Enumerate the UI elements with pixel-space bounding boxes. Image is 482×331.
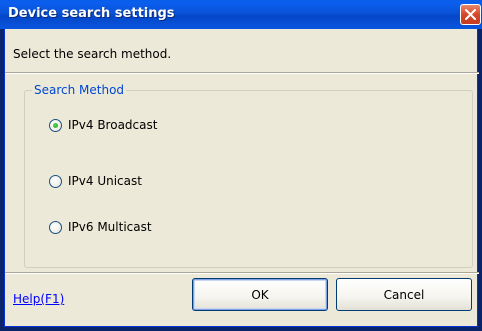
radio-button[interactable]	[49, 220, 62, 234]
top-separator	[5, 72, 479, 74]
radio-ipv4-broadcast[interactable]: IPv4 Broadcast	[49, 117, 157, 133]
radio-label: IPv4 Unicast	[68, 174, 142, 188]
radio-button-selected[interactable]	[49, 118, 62, 132]
radio-button[interactable]	[49, 174, 62, 188]
ok-button[interactable]: OK	[192, 278, 328, 311]
window-title: Device search settings	[8, 6, 175, 21]
radio-label: IPv4 Broadcast	[68, 118, 158, 132]
search-method-group: Search Method IPv4 Broadcast IPv4 Unicas…	[24, 83, 473, 268]
dialog-window: Device search settings Select the search…	[0, 0, 482, 331]
radio-ipv4-unicast[interactable]: IPv4 Unicast	[49, 173, 142, 189]
instruction-text: Select the search method.	[13, 47, 172, 61]
close-icon	[465, 9, 476, 20]
title-bar[interactable]: Device search settings	[0, 0, 482, 29]
help-link[interactable]: Help(F1)	[13, 292, 64, 306]
dialog-body: Select the search method. Search Method …	[4, 29, 479, 327]
group-label: Search Method	[32, 83, 127, 97]
cancel-button[interactable]: Cancel	[336, 278, 472, 311]
radio-label: IPv6 Multicast	[68, 220, 152, 234]
close-button[interactable]	[460, 4, 481, 25]
bottom-separator	[5, 272, 479, 274]
radio-ipv6-multicast[interactable]: IPv6 Multicast	[49, 219, 152, 235]
